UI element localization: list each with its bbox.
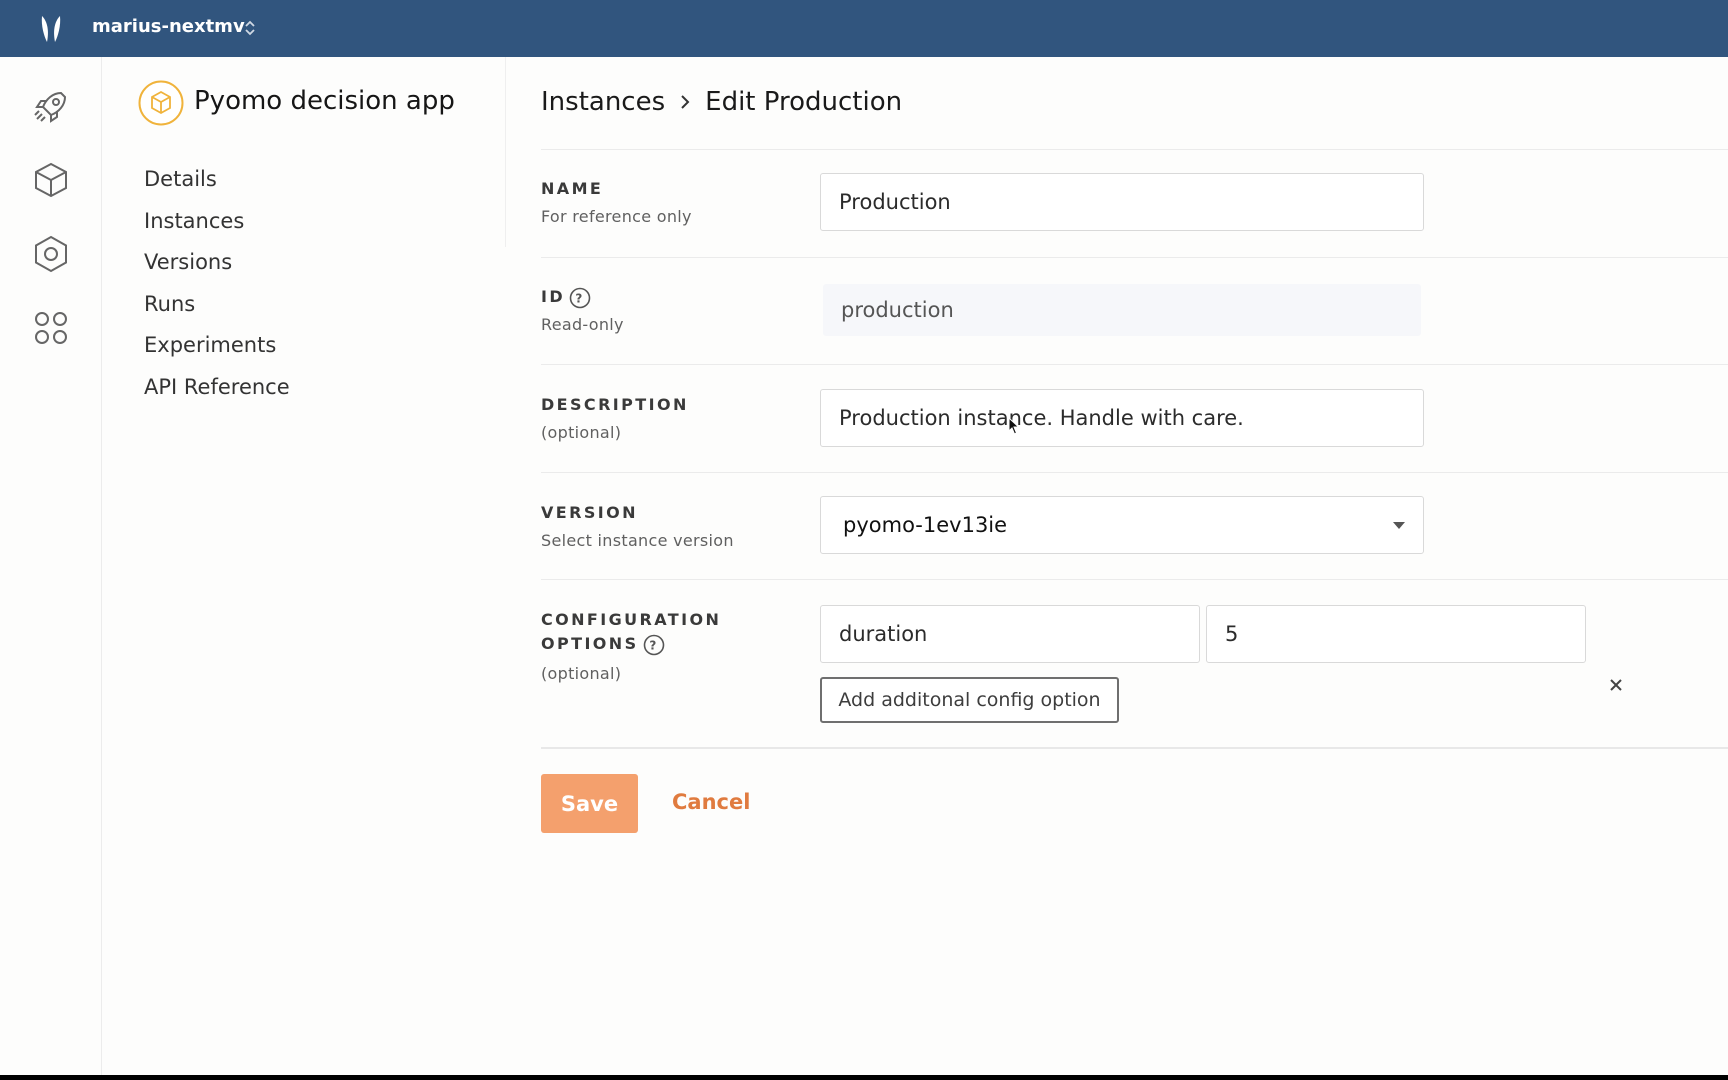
version-select[interactable]: pyomo-1ev13ie <box>820 496 1424 554</box>
nav-item-instances[interactable]: Instances <box>144 209 290 251</box>
id-sublabel: Read-only <box>541 315 624 334</box>
save-button[interactable]: Save <box>541 774 638 833</box>
name-sublabel: For reference only <box>541 207 692 226</box>
hexagon-icon[interactable] <box>31 234 71 274</box>
nav-item-details[interactable]: Details <box>144 167 290 209</box>
chevron-up-down-icon[interactable] <box>243 18 257 38</box>
version-label: VERSION <box>541 503 638 522</box>
rocket-icon[interactable] <box>31 87 71 127</box>
svg-text:?: ? <box>649 638 658 652</box>
help-icon[interactable]: ? <box>643 634 665 656</box>
help-icon[interactable]: ? <box>569 287 591 309</box>
chevron-right-icon <box>681 95 690 109</box>
divider <box>541 364 1728 365</box>
caret-down-icon <box>1393 522 1405 529</box>
apps-grid-icon[interactable] <box>31 308 71 348</box>
nav-item-versions[interactable]: Versions <box>144 250 290 292</box>
nav-item-runs[interactable]: Runs <box>144 292 290 334</box>
nav-item-experiments[interactable]: Experiments <box>144 333 290 375</box>
config-key-input[interactable]: duration <box>820 605 1200 663</box>
divider <box>541 149 1728 150</box>
id-label: ID <box>541 287 566 306</box>
version-sublabel: Select instance version <box>541 531 734 550</box>
breadcrumb: Instances Edit Production <box>541 87 902 117</box>
config-label-row: OPTIONS? <box>541 632 665 656</box>
config-value-input[interactable]: 5 <box>1206 605 1586 663</box>
divider <box>541 257 1728 258</box>
name-label: NAME <box>541 179 604 198</box>
nextmv-logo[interactable] <box>38 12 64 44</box>
divider <box>541 747 1728 749</box>
divider <box>541 472 1728 473</box>
name-input[interactable]: Production <box>820 173 1424 231</box>
description-label: DESCRIPTION <box>541 395 689 414</box>
id-field-readonly: production <box>823 284 1421 336</box>
nav-item-api-reference[interactable]: API Reference <box>144 375 290 417</box>
add-config-option-button[interactable]: Add additonal config option <box>820 677 1119 723</box>
app-nav-list: Details Instances Versions Runs Experime… <box>144 167 290 417</box>
divider <box>541 579 1728 580</box>
app-area: Pyomo decision app Details Instances Ver… <box>0 57 1728 1075</box>
id-label-row: ID? <box>541 285 591 309</box>
close-icon[interactable] <box>1606 675 1626 695</box>
app-title: Pyomo decision app <box>194 86 455 116</box>
cube-icon[interactable] <box>31 160 71 200</box>
cancel-button[interactable]: Cancel <box>672 790 750 814</box>
breadcrumb-instances-link[interactable]: Instances <box>541 87 665 117</box>
icon-rail <box>0 57 102 1075</box>
breadcrumb-current: Edit Production <box>705 87 903 117</box>
svg-text:?: ? <box>575 291 584 305</box>
description-sublabel: (optional) <box>541 423 622 442</box>
org-name[interactable]: marius-nextmv <box>92 16 245 37</box>
app-cube-badge-icon <box>138 80 184 126</box>
config-sublabel: (optional) <box>541 664 622 683</box>
config-label-line2: OPTIONS <box>541 634 639 653</box>
mouse-cursor-icon <box>1008 417 1020 435</box>
top-bar: marius-nextmv <box>0 0 1728 57</box>
version-select-value: pyomo-1ev13ie <box>843 513 1008 537</box>
config-label-line1: CONFIGURATION <box>541 610 722 629</box>
description-input[interactable]: Production instance. Handle with care. <box>820 389 1424 447</box>
